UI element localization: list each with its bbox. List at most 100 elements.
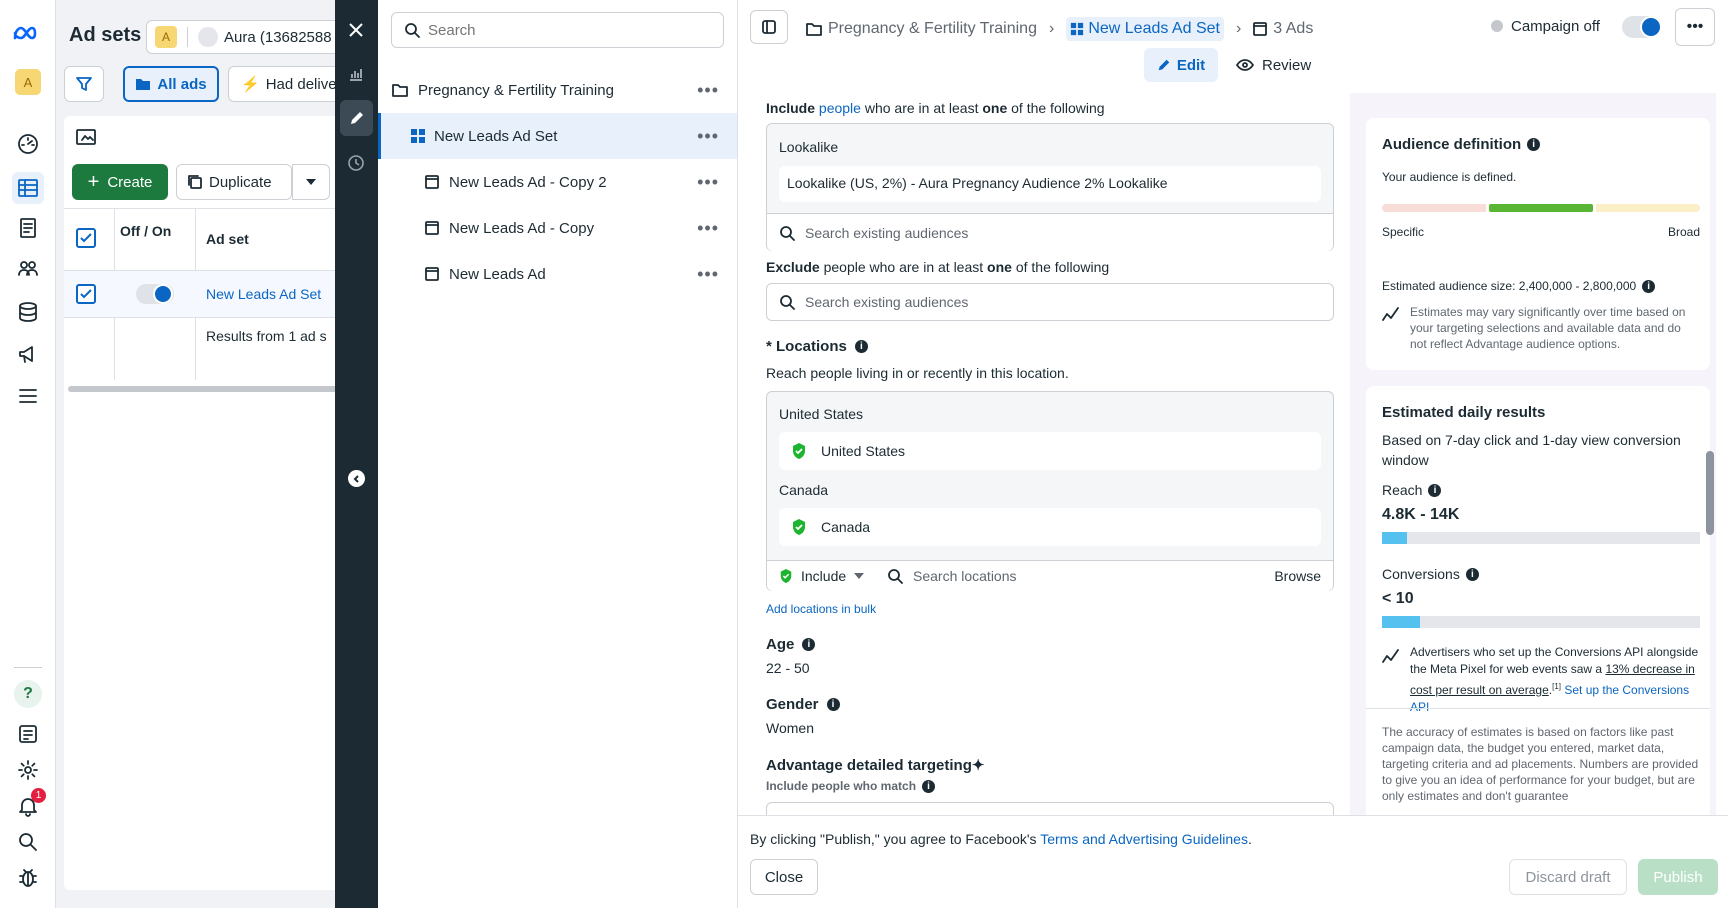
more-options-icon[interactable]: ••• xyxy=(697,264,719,285)
collapse-panel-icon[interactable] xyxy=(348,470,365,487)
ad-icon xyxy=(425,221,439,235)
lookalike-audience-chip[interactable]: Lookalike (US, 2%) - Aura Pregnancy Audi… xyxy=(779,166,1321,202)
column-header-offon[interactable]: Off / On xyxy=(120,222,180,240)
location-chip[interactable]: United States xyxy=(779,432,1321,470)
adset-name-link[interactable]: New Leads Ad Set xyxy=(206,286,321,302)
more-options-icon[interactable]: ••• xyxy=(697,126,719,147)
breadcrumb-adset[interactable]: New Leads Ad Set xyxy=(1066,17,1224,41)
duplicate-label: Duplicate xyxy=(209,173,272,191)
edit-pencil-icon[interactable] xyxy=(340,100,373,136)
publish-button[interactable]: Publish xyxy=(1638,859,1718,895)
age-value[interactable]: 22 - 50 xyxy=(766,660,810,676)
filter-button[interactable] xyxy=(64,66,104,102)
account-selector[interactable]: A Aura (13682588 xyxy=(146,20,336,54)
tree-item-adset[interactable]: New Leads Ad Set ••• xyxy=(378,113,737,159)
more-options-icon[interactable]: ••• xyxy=(697,172,719,193)
info-icon[interactable]: i xyxy=(826,698,840,711)
location-chip[interactable]: Canada xyxy=(779,508,1321,546)
create-button[interactable]: + Create xyxy=(72,164,168,200)
advantage-targeting-label: Advantage detailed targeting✦ xyxy=(766,757,985,774)
advantage-targeting-sublabel: Include people who match i xyxy=(766,779,936,793)
billing-icon[interactable] xyxy=(12,296,44,328)
more-options-icon[interactable]: ••• xyxy=(697,80,719,101)
meta-logo-icon[interactable] xyxy=(10,18,46,50)
include-select-label: Include xyxy=(801,568,847,584)
tree-item-label: New Leads Ad - Copy 2 xyxy=(449,173,607,191)
estimated-daily-results-card: Estimated daily results Based on 7-day c… xyxy=(1366,386,1710,815)
row-checkbox[interactable] xyxy=(76,284,96,304)
all-ads-filter[interactable]: All ads xyxy=(123,66,219,102)
tree-search-input[interactable] xyxy=(428,21,708,39)
estimates-sidebar: Audience definition i Your audience is de… xyxy=(1350,93,1716,815)
conversions-bar xyxy=(1382,616,1700,628)
info-icon[interactable]: i xyxy=(922,779,936,793)
pages-icon[interactable] xyxy=(12,212,44,244)
column-header-adset[interactable]: Ad set xyxy=(206,231,249,247)
search-existing-audiences-input[interactable]: Search existing audiences xyxy=(767,213,1333,251)
search-locations-input[interactable]: Search locations xyxy=(887,568,1017,584)
tree-item-ad[interactable]: New Leads Ad ••• xyxy=(378,251,737,297)
location-value: Canada xyxy=(821,519,871,535)
terms-link[interactable]: Terms and Advertising Guidelines xyxy=(1040,831,1248,847)
duplicate-button[interactable]: Duplicate xyxy=(176,164,292,200)
info-icon[interactable]: i xyxy=(854,340,868,353)
gender-value[interactable]: Women xyxy=(766,720,814,736)
campaigns-megaphone-icon[interactable] xyxy=(12,338,44,370)
info-icon[interactable]: i xyxy=(1527,138,1541,151)
adset-grid-icon xyxy=(1071,22,1084,36)
edit-tab[interactable]: Edit xyxy=(1144,48,1218,82)
breadcrumb-adset-label: New Leads Ad Set xyxy=(1088,20,1220,37)
review-tab-label: Review xyxy=(1262,56,1312,74)
info-icon[interactable]: i xyxy=(1465,567,1479,581)
sidebar-scrollbar[interactable] xyxy=(1706,451,1714,535)
ads-manager-table-icon[interactable] xyxy=(12,172,44,204)
add-locations-bulk-link[interactable]: Add locations in bulk xyxy=(766,602,876,616)
chart-icon[interactable] xyxy=(348,66,364,82)
detailed-targeting-input[interactable] xyxy=(766,802,1334,815)
tree-item-ad[interactable]: New Leads Ad - Copy 2 ••• xyxy=(378,159,737,205)
results-summary: Results from 1 ad s xyxy=(206,328,327,344)
info-icon[interactable]: i xyxy=(1642,279,1656,293)
duplicate-dropdown[interactable] xyxy=(292,164,330,200)
had-delivery-filter[interactable]: ⚡ Had deliver xyxy=(228,66,336,102)
search-icon[interactable] xyxy=(12,826,44,858)
exclude-audience-input[interactable]: Search existing audiences xyxy=(766,283,1334,321)
close-button[interactable]: Close xyxy=(750,859,818,895)
adset-toggle[interactable] xyxy=(136,284,174,304)
account-badge: A xyxy=(155,26,177,48)
breadcrumb-campaign[interactable]: Pregnancy & Fertility Training xyxy=(828,20,1037,38)
info-icon[interactable]: i xyxy=(802,638,816,651)
select-all-checkbox[interactable] xyxy=(76,228,96,248)
more-actions-button[interactable]: ••• xyxy=(1675,8,1715,46)
notifications-bell-icon[interactable]: 1 xyxy=(12,788,46,822)
bug-report-icon[interactable] xyxy=(12,862,44,894)
review-tab[interactable]: Review xyxy=(1236,48,1316,82)
browse-locations-button[interactable]: Browse xyxy=(1274,568,1321,584)
info-icon[interactable]: i xyxy=(1428,483,1442,497)
settings-gear-icon[interactable] xyxy=(12,754,44,786)
dashboard-icon[interactable] xyxy=(12,128,44,160)
toggle-sidebar-button[interactable] xyxy=(750,10,788,44)
tree-search[interactable] xyxy=(391,12,724,48)
history-clock-icon[interactable] xyxy=(347,154,365,172)
people-link[interactable]: people xyxy=(819,100,861,116)
campaign-toggle[interactable] xyxy=(1622,16,1662,38)
account-avatar[interactable]: A xyxy=(12,66,44,98)
include-dropdown[interactable]: Include xyxy=(779,568,865,584)
folder-upload-icon[interactable] xyxy=(76,128,96,146)
tree-item-ad[interactable]: New Leads Ad - Copy ••• xyxy=(378,205,737,251)
tree-item-label: New Leads Ad - Copy xyxy=(449,219,595,237)
tree-item-campaign[interactable]: Pregnancy & Fertility Training ••• xyxy=(378,67,737,113)
discard-draft-button[interactable]: Discard draft xyxy=(1509,859,1627,895)
more-options-icon[interactable]: ••• xyxy=(697,218,719,239)
horizontal-scrollbar[interactable] xyxy=(68,386,336,392)
search-icon xyxy=(405,23,420,38)
create-label: Create xyxy=(107,173,153,191)
reports-icon[interactable] xyxy=(12,718,44,750)
help-icon[interactable]: ? xyxy=(12,678,44,710)
audiences-icon[interactable] xyxy=(12,252,44,284)
plus-icon: + xyxy=(87,171,100,193)
breadcrumb-ads[interactable]: 3 Ads xyxy=(1273,20,1313,38)
menu-icon[interactable] xyxy=(12,380,44,412)
close-icon[interactable] xyxy=(346,20,366,40)
